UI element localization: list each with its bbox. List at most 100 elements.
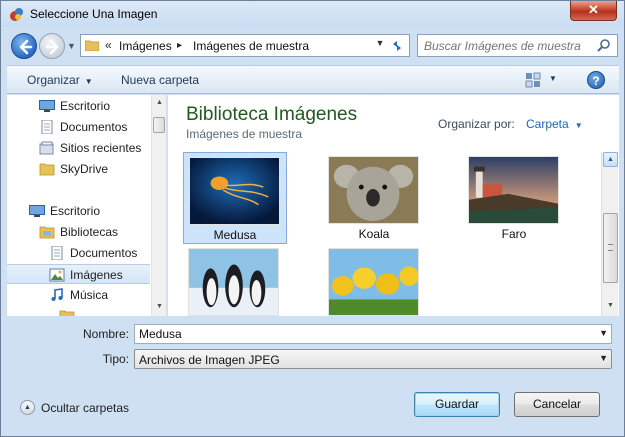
thumbnail-tulips[interactable] [323, 244, 427, 316]
file-list-pane: Biblioteca Imágenes Imágenes de muestra … [168, 95, 619, 316]
help-icon[interactable]: ? [587, 71, 605, 89]
nav-item-skydrive[interactable]: SkyDrive [7, 159, 150, 179]
nav-item-imagenes[interactable]: Imágenes [7, 264, 150, 284]
nav-item-label: Música [70, 288, 109, 302]
recent-places-icon [39, 141, 54, 155]
chevron-up-icon: ▲ [20, 400, 35, 415]
scroll-down-button[interactable]: ▼ [152, 299, 166, 314]
refresh-button[interactable] [385, 34, 410, 57]
navigation-pane: Escritorio Documentos Sitios recientes S… [7, 95, 166, 316]
grip-icon [608, 244, 613, 251]
new-folder-button[interactable]: Nueva carpeta [121, 73, 199, 87]
breadcrumb-imagenes-de-muestra[interactable]: Imágenes de muestra [193, 39, 309, 53]
chevron-down-icon: ▼ [599, 353, 608, 363]
library-title: Biblioteca Imágenes [186, 104, 358, 125]
folder-icon [85, 40, 99, 51]
desktop-icon [39, 100, 55, 112]
save-dialog: Seleccione Una Imagen ✕ ▼ « Imágenes ▸ I… [0, 0, 625, 437]
nav-item-documentos-favorite[interactable]: Documentos [7, 117, 150, 137]
organize-menu-button[interactable]: Organizar ▼ [27, 73, 93, 87]
nav-scrollbar[interactable]: ▲ ▼ [151, 95, 166, 316]
address-bar[interactable]: « Imágenes ▸ Imágenes de muestra ▼ [80, 34, 390, 57]
chevron-down-icon: ▼ [549, 74, 557, 83]
scroll-down-button[interactable]: ▼ [603, 298, 618, 313]
chevron-down-icon[interactable]: ▼ [599, 328, 608, 338]
scroll-up-button[interactable]: ▲ [603, 152, 618, 167]
nav-item-label: Escritorio [60, 99, 111, 113]
scroll-thumb[interactable] [603, 213, 618, 283]
folder-icon [59, 310, 75, 316]
chevron-down-icon: ▼ [574, 121, 583, 130]
documents-icon [51, 246, 63, 260]
nav-item-label: Bibliotecas [60, 225, 119, 239]
nav-item-label: Imágenes [70, 268, 123, 282]
penguins-image [188, 248, 279, 316]
nav-item-musica[interactable]: Música [7, 285, 150, 305]
nav-item-escritorio-favorite[interactable]: Escritorio [7, 96, 150, 116]
new-folder-label: Nueva carpeta [121, 73, 200, 87]
nav-item-label: Documentos [70, 246, 138, 260]
nav-item-partial [7, 306, 150, 316]
close-button[interactable]: ✕ [570, 1, 617, 21]
hide-folders-label: Ocultar carpetas [41, 401, 130, 415]
nav-item-bibliotecas[interactable]: Bibliotecas [7, 222, 150, 242]
breadcrumb-overflow[interactable]: « [105, 38, 112, 52]
thumbnail-label: Medusa [213, 228, 257, 242]
thumbnail-faro[interactable]: Faro [463, 152, 567, 244]
save-button[interactable]: Guardar [414, 392, 500, 417]
thumbnail-label: Koala [358, 227, 390, 241]
nav-item-documentos-library[interactable]: Documentos [7, 243, 150, 263]
chevron-down-icon: ▼ [67, 41, 76, 51]
nav-item-sitios-recientes[interactable]: Sitios recientes [7, 138, 150, 158]
app-icon [10, 8, 23, 21]
arrange-by-value: Carpeta [526, 117, 569, 131]
command-bar: Organizar ▼ Nueva carpeta ▼ ? [7, 65, 619, 94]
lighthouse-image [468, 156, 559, 224]
thumbnail-label: Faro [501, 227, 527, 241]
search-input[interactable] [424, 38, 594, 54]
music-icon [51, 288, 63, 301]
filename-combobox[interactable]: ▼ [134, 324, 612, 344]
filename-label: Nombre: [82, 327, 129, 341]
content-scrollbar[interactable]: ▲ ▼ [601, 152, 618, 316]
nav-item-label: Sitios recientes [60, 141, 142, 155]
tulips-image [328, 248, 419, 316]
organize-label: Organizar [27, 73, 80, 87]
forward-button[interactable] [39, 33, 65, 59]
thumbnail-koala[interactable]: Koala [323, 152, 427, 244]
pictures-icon [49, 268, 65, 282]
refresh-icon [393, 41, 401, 51]
filetype-value: Archivos de Imagen JPEG [139, 353, 280, 367]
arrow-left-icon [19, 39, 33, 55]
nav-item-label: SkyDrive [60, 162, 109, 176]
chevron-down-icon: ▼ [375, 38, 385, 48]
breadcrumb-separator[interactable]: ▸ [177, 40, 182, 51]
libraries-icon [39, 226, 55, 239]
filename-input[interactable] [139, 327, 579, 341]
thumbnail-penguins[interactable] [183, 244, 287, 316]
filetype-label: Tipo: [102, 352, 129, 366]
nav-item-label: Escritorio [50, 204, 101, 218]
breadcrumb-imagenes[interactable]: Imágenes [119, 39, 172, 53]
recent-pages-dropdown[interactable]: ▼ [67, 41, 77, 51]
search-icon[interactable] [596, 38, 612, 54]
address-row: ▼ « Imágenes ▸ Imágenes de muestra ▼ [7, 29, 619, 63]
cancel-button[interactable]: Cancelar [514, 392, 600, 417]
back-button[interactable] [11, 33, 37, 59]
scroll-thumb[interactable] [153, 117, 165, 133]
thumbnail-medusa[interactable]: Medusa [183, 152, 287, 244]
desktop-icon [29, 205, 45, 217]
chevron-down-icon: ▼ [84, 77, 93, 86]
nav-item-escritorio[interactable]: Escritorio [7, 201, 150, 221]
scroll-up-button[interactable]: ▲ [152, 95, 166, 110]
jellyfish-image [189, 157, 280, 225]
view-options-dropdown[interactable]: ▼ [549, 74, 557, 83]
change-view-icon[interactable] [525, 72, 541, 88]
documents-icon [41, 120, 53, 134]
filetype-select[interactable]: Archivos de Imagen JPEG ▼ [134, 349, 612, 369]
close-icon: ✕ [588, 2, 599, 17]
window-title: Seleccione Una Imagen [30, 7, 158, 21]
folder-icon [39, 163, 55, 176]
search-box[interactable] [417, 34, 618, 57]
arrange-by-dropdown[interactable]: Carpeta ▼ [526, 117, 583, 131]
